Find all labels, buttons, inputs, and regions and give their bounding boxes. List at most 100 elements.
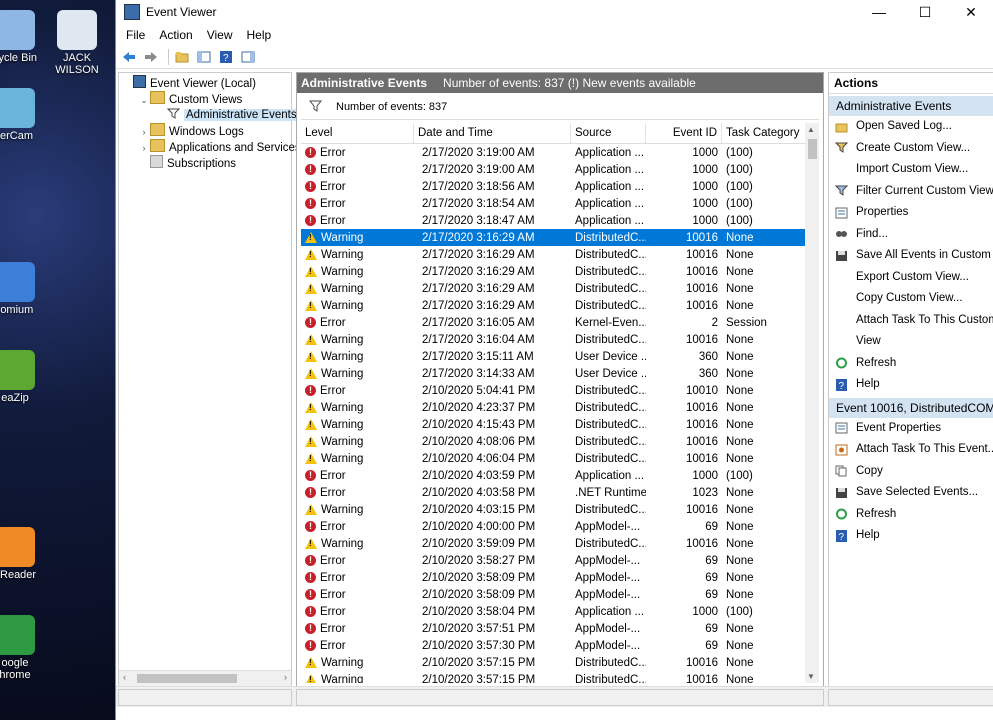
level-text: Warning <box>321 282 364 295</box>
actions-section-header[interactable]: Administrative Events <box>829 96 993 116</box>
desktop-icon[interactable]: terCam <box>0 88 60 142</box>
action-item[interactable]: Export Custom View... <box>829 267 993 289</box>
column-header-date[interactable]: Date and Time <box>414 123 571 143</box>
menu-file[interactable]: File <box>119 28 152 42</box>
column-header-level[interactable]: Level <box>301 123 414 143</box>
action-item[interactable]: Refresh <box>829 504 993 526</box>
table-row[interactable]: ! Error 2/10/2020 3:58:27 PM AppModel-... 69… <box>301 552 809 569</box>
table-row[interactable]: ! Error 2/17/2020 3:19:00 AM Application ..… <box>301 144 809 161</box>
table-row[interactable]: ! Error 2/17/2020 3:19:00 AM Application ..… <box>301 161 809 178</box>
table-row[interactable]: ! Error 2/17/2020 3:18:56 AM Application ..… <box>301 178 809 195</box>
action-item[interactable]: Attach Task To This Custom... <box>829 310 993 332</box>
table-row[interactable]: ! Error 2/10/2020 3:57:51 PM AppModel-... 69… <box>301 620 809 637</box>
tree-item[interactable]: Subscriptions <box>119 155 291 171</box>
table-row[interactable]: ! Warning 2/10/2020 3:57:15 PM DistributedC… <box>301 671 809 683</box>
expand-chevron-icon[interactable]: › <box>138 124 150 140</box>
scroll-right-icon[interactable]: › <box>284 672 287 682</box>
scrollbar-thumb[interactable] <box>808 139 817 159</box>
cell-level: ! Warning <box>301 334 414 346</box>
table-row[interactable]: ! Error 2/10/2020 3:58:09 PM AppModel-... 69… <box>301 569 809 586</box>
events-vertical-scrollbar[interactable]: ▲ ▼ <box>805 123 819 683</box>
table-row[interactable]: ! Warning 2/10/2020 4:23:37 PM DistributedC… <box>301 399 809 416</box>
tree-item[interactable]: › Windows Logs <box>119 123 291 139</box>
action-item[interactable]: Find... <box>829 224 993 246</box>
forward-arrow-icon[interactable] <box>142 48 160 66</box>
action-item[interactable]: Filter Current Custom View... <box>829 181 993 203</box>
table-row[interactable]: ! Warning 2/10/2020 4:06:04 PM DistributedC… <box>301 450 809 467</box>
desktop-icon[interactable]: t Reader <box>0 527 60 581</box>
tree-item[interactable]: Event Viewer (Local) <box>119 75 291 91</box>
action-item[interactable]: View <box>829 331 993 353</box>
open-folder-icon <box>835 120 848 133</box>
help-icon[interactable]: ? <box>217 48 235 66</box>
table-row[interactable]: ! Error 2/17/2020 3:18:47 AM Application ..… <box>301 212 809 229</box>
column-header-source[interactable]: Source <box>571 123 646 143</box>
maximize-button[interactable]: ☐ <box>902 0 948 24</box>
open-folder-icon[interactable] <box>173 48 191 66</box>
desktop-icon[interactable]: oogle hrome <box>0 615 60 681</box>
cell-event-id: 10016 <box>686 537 718 550</box>
table-row[interactable]: ! Warning 2/17/2020 3:16:29 AM DistributedC… <box>301 229 809 246</box>
scroll-up-icon[interactable]: ▲ <box>807 125 815 134</box>
actions-section-header[interactable]: Event 10016, DistributedCOM <box>829 397 993 418</box>
action-item[interactable]: Copy Custom View... <box>829 288 993 310</box>
minimize-button[interactable]: — <box>856 0 902 24</box>
table-row[interactable]: ! Warning 2/10/2020 4:08:06 PM DistributedC… <box>301 433 809 450</box>
table-row[interactable]: ! Warning 2/10/2020 4:15:43 PM DistributedC… <box>301 416 809 433</box>
table-row[interactable]: ! Error 2/10/2020 4:00:00 PM AppModel-... 69… <box>301 518 809 535</box>
column-header-task-category[interactable]: Task Category <box>722 123 809 143</box>
action-item[interactable]: Refresh <box>829 353 993 375</box>
desktop-icon[interactable]: eaZip <box>0 350 60 404</box>
column-header-event-id[interactable]: Event ID <box>646 123 722 143</box>
scroll-left-icon[interactable]: ‹ <box>123 672 126 682</box>
action-item[interactable]: Create Custom View... <box>829 138 993 160</box>
table-row[interactable]: ! Error 2/10/2020 4:03:58 PM .NET Runtime 10… <box>301 484 809 501</box>
table-row[interactable]: ! Warning 2/17/2020 3:16:29 AM DistributedC… <box>301 280 809 297</box>
table-row[interactable]: ! Error 2/10/2020 3:57:30 PM AppModel-... 69… <box>301 637 809 654</box>
action-item[interactable]: ? Help <box>829 374 993 396</box>
menu-action[interactable]: Action <box>152 28 199 42</box>
table-row[interactable]: ! Error 2/17/2020 3:16:05 AM Kernel-Even...… <box>301 314 809 331</box>
action-item[interactable]: Save Selected Events... <box>829 482 993 504</box>
table-row[interactable]: ! Warning 2/10/2020 3:57:15 PM DistributedC… <box>301 654 809 671</box>
show-hide-tree-icon[interactable] <box>195 48 213 66</box>
desktop-icon[interactable]: JACK WILSON <box>32 10 115 76</box>
menu-help[interactable]: Help <box>240 28 279 42</box>
action-item[interactable]: Save All Events in Custom ... <box>829 245 993 267</box>
table-row[interactable]: ! Warning 2/17/2020 3:16:29 AM DistributedC… <box>301 246 809 263</box>
table-row[interactable]: ! Warning 2/17/2020 3:16:29 AM DistributedC… <box>301 263 809 280</box>
tree-item[interactable]: ⌄ Custom Views <box>119 91 291 107</box>
action-item[interactable]: Attach Task To This Event... <box>829 439 993 461</box>
table-row[interactable]: ! Warning 2/17/2020 3:15:11 AM User Device … <box>301 348 809 365</box>
scroll-down-icon[interactable]: ▼ <box>807 672 815 681</box>
back-arrow-icon[interactable] <box>120 48 138 66</box>
table-row[interactable]: ! Warning 2/17/2020 3:14:33 AM User Device … <box>301 365 809 382</box>
menu-view[interactable]: View <box>200 28 240 42</box>
action-item[interactable]: Copy <box>829 461 993 483</box>
expand-chevron-icon[interactable]: › <box>138 140 150 156</box>
action-item[interactable]: Event Properties <box>829 418 993 440</box>
desktop-icon[interactable]: romium <box>0 262 60 316</box>
expand-chevron-icon[interactable]: ⌄ <box>138 92 150 108</box>
show-hide-action-pane-icon[interactable] <box>239 48 257 66</box>
table-row[interactable]: ! Warning 2/17/2020 3:16:04 AM DistributedC… <box>301 331 809 348</box>
table-row[interactable]: ! Error 2/10/2020 5:04:41 PM DistributedC..… <box>301 382 809 399</box>
close-button[interactable]: ✕ <box>948 0 993 24</box>
table-row[interactable]: ! Error 2/10/2020 3:58:09 PM AppModel-... 69… <box>301 586 809 603</box>
table-row[interactable]: ! Warning 2/10/2020 3:59:09 PM DistributedC… <box>301 535 809 552</box>
action-item[interactable]: ? Help <box>829 525 993 547</box>
scrollbar-thumb[interactable] <box>137 674 237 683</box>
tree-item[interactable]: › Applications and Services Lo <box>119 139 317 156</box>
action-item[interactable]: Import Custom View... <box>829 159 993 181</box>
table-row[interactable]: ! Error 2/10/2020 3:58:04 PM Application ..… <box>301 603 809 620</box>
table-row[interactable]: ! Warning 2/17/2020 3:16:29 AM DistributedC… <box>301 297 809 314</box>
action-item[interactable]: Properties <box>829 202 993 224</box>
table-row[interactable]: ! Error 2/10/2020 4:03:59 PM Application ..… <box>301 467 809 484</box>
tree-horizontal-scrollbar[interactable]: ‹ › <box>119 670 291 687</box>
table-row[interactable]: ! Error 2/17/2020 3:18:54 AM Application ..… <box>301 195 809 212</box>
level-text: Error <box>320 384 346 397</box>
cell-date: 2/17/2020 3:16:29 AM <box>422 299 535 312</box>
action-item[interactable]: Open Saved Log... <box>829 116 993 138</box>
tree-item[interactable]: Administrative Events <box>119 107 299 123</box>
table-row[interactable]: ! Warning 2/10/2020 4:03:15 PM DistributedC… <box>301 501 809 518</box>
